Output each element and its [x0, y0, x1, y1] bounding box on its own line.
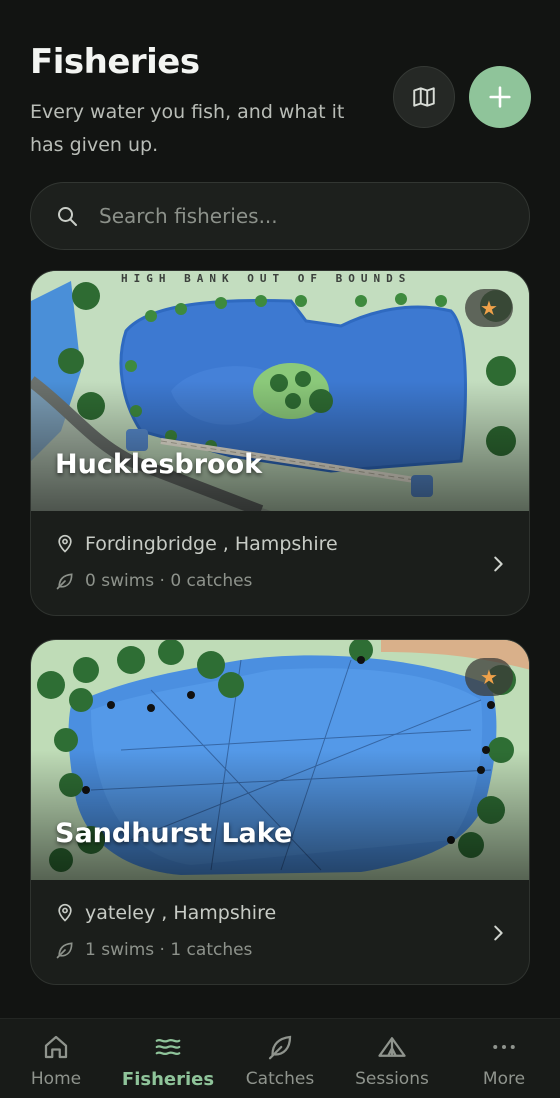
fishery-location: yateley , Hampshire — [85, 902, 277, 924]
fishery-details: yateley , Hampshire 1 swims · 1 catches — [31, 880, 529, 984]
map-view-button[interactable] — [393, 66, 455, 128]
map-icon — [413, 87, 435, 107]
location-pin-icon — [55, 903, 75, 923]
tent-icon — [375, 1031, 409, 1063]
nav-item-catches[interactable]: Catches — [224, 1019, 336, 1098]
nav-label: Catches — [245, 1069, 315, 1089]
search-bar[interactable] — [30, 182, 530, 250]
waves-icon — [152, 1031, 184, 1063]
location-row: Fordingbridge , Hampshire — [55, 533, 338, 555]
nav-label: More — [482, 1069, 526, 1089]
chevron-right-icon[interactable] — [487, 551, 509, 577]
page-title: Fisheries — [30, 42, 200, 82]
stats-row: 0 swims · 0 catches — [55, 571, 252, 591]
map-caption: HIGH BANK OUT OF BOUNDS — [121, 272, 411, 285]
favorite-star-icon[interactable]: ★ — [465, 658, 513, 696]
chevron-right-icon[interactable] — [487, 920, 509, 946]
favorite-star-icon[interactable]: ★ — [465, 289, 513, 327]
location-pin-icon — [55, 534, 75, 554]
stats-row: 1 swims · 1 catches — [55, 940, 252, 960]
nav-label: Fisheries — [121, 1069, 215, 1090]
fishery-name: Hucklesbrook — [55, 449, 263, 480]
fishery-card[interactable]: HIGH BANK OUT OF BOUNDS ★ Hucklesbrook F… — [30, 270, 530, 616]
nav-label: Home — [30, 1069, 82, 1089]
fishery-stats: 0 swims · 0 catches — [85, 571, 253, 591]
search-input[interactable] — [99, 204, 479, 228]
fishery-card[interactable]: ★ Sandhurst Lake yateley , Hampshire 1 s… — [30, 639, 530, 985]
nav-item-more[interactable]: More — [448, 1019, 560, 1098]
nav-item-home[interactable]: Home — [0, 1019, 112, 1098]
plus-icon — [489, 86, 511, 108]
nav-item-fisheries[interactable]: Fisheries — [112, 1019, 224, 1098]
nav-item-sessions[interactable]: Sessions — [336, 1019, 448, 1098]
add-fishery-button[interactable] — [469, 66, 531, 128]
more-dots-icon — [489, 1031, 519, 1063]
leaf-icon — [265, 1031, 295, 1063]
location-row: yateley , Hampshire — [55, 902, 276, 924]
bottom-navigation: Home Fisheries Catches Sessions More — [0, 1018, 560, 1098]
fishery-name: Sandhurst Lake — [55, 818, 293, 849]
fishery-details: Fordingbridge , Hampshire 0 swims · 0 ca… — [31, 511, 529, 615]
leaf-icon — [55, 571, 75, 591]
home-icon — [41, 1031, 71, 1063]
leaf-icon — [55, 940, 75, 960]
page-header: Fisheries Every water you fish, and what… — [30, 42, 380, 162]
fishery-stats: 1 swims · 1 catches — [85, 940, 253, 960]
nav-label: Sessions — [355, 1069, 429, 1089]
page-subtitle: Every water you fish, and what it has gi… — [30, 101, 345, 156]
fishery-location: Fordingbridge , Hampshire — [85, 533, 338, 555]
search-icon — [58, 207, 77, 226]
